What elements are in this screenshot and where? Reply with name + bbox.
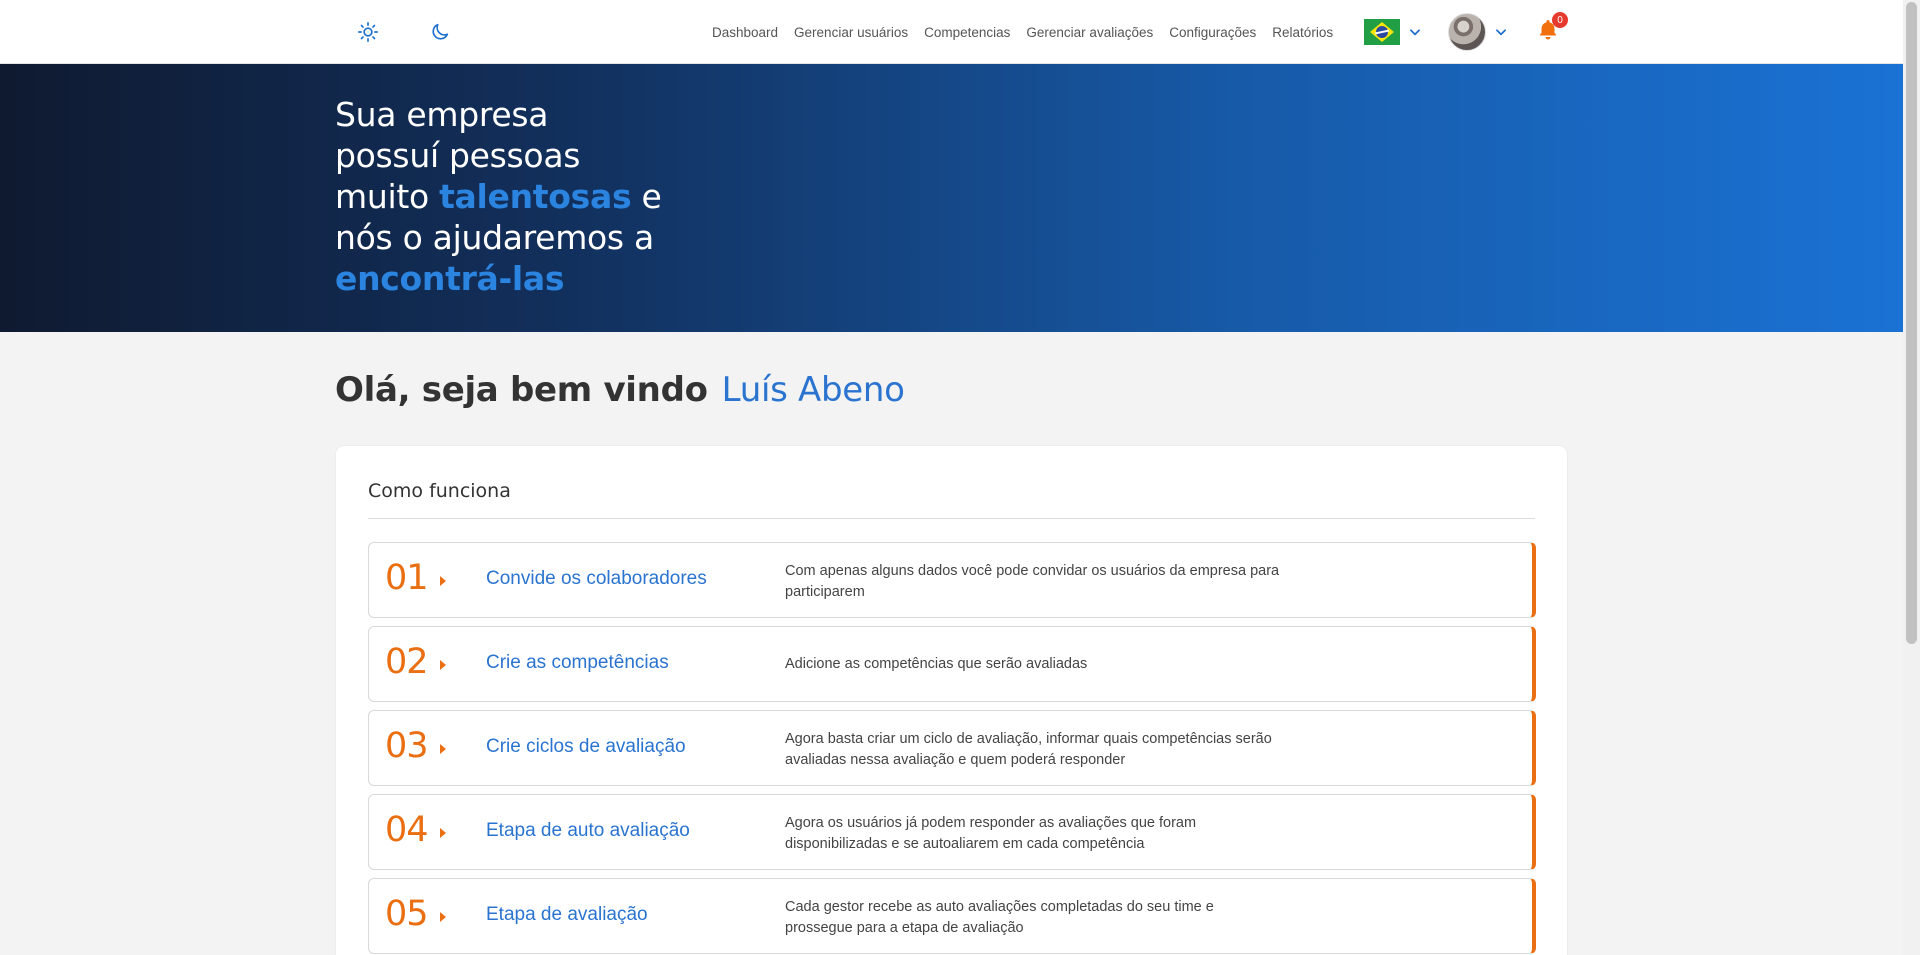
sun-icon[interactable] — [353, 17, 383, 47]
step-item: 02 Crie as competências Adicione as comp… — [368, 626, 1536, 702]
step-title: Crie as competências — [486, 652, 669, 673]
step-number: 05 — [385, 894, 429, 934]
avatar — [1448, 13, 1486, 51]
nav-configuracoes[interactable]: Configurações — [1169, 25, 1256, 40]
scrollbar-thumb[interactable] — [1906, 2, 1917, 644]
step-description: Agora os usuários já podem responder as … — [785, 815, 1197, 852]
hero-banner: Sua empresa possuí pessoas muito talento… — [0, 64, 1903, 332]
caret-right-icon — [440, 912, 446, 922]
card-title: Como funciona — [368, 480, 511, 502]
step-title: Convide os colaboradores — [486, 568, 707, 589]
moon-icon[interactable] — [425, 17, 455, 47]
nav-competencias[interactable]: Competencias — [924, 25, 1010, 40]
nav-dashboard[interactable]: Dashboard — [712, 25, 778, 40]
welcome-heading: Olá, seja bem vindo Luís Abeno — [335, 370, 905, 410]
hero-line: e — [631, 177, 662, 216]
step-number: 01 — [385, 558, 429, 598]
step-number: 03 — [385, 726, 429, 766]
steps-list: 01 Convide os colaboradores Com apenas a… — [368, 542, 1536, 955]
hero-title: Sua empresa possuí pessoas muito talento… — [335, 94, 695, 299]
page-scrollbar[interactable] — [1903, 0, 1920, 955]
user-menu[interactable] — [1448, 12, 1508, 52]
top-navigation-bar: Dashboard Gerenciar usuários Competencia… — [0, 0, 1903, 64]
step-description: Adicione as competências que serão avali… — [785, 656, 1088, 672]
hero-highlight: encontrá-las — [335, 259, 565, 298]
step-number: 02 — [385, 642, 429, 682]
notification-badge: 0 — [1552, 12, 1568, 28]
how-it-works-card: Como funciona 01 Convide os colaboradore… — [336, 446, 1567, 955]
caret-right-icon — [440, 660, 446, 670]
nav-gerenciar-usuarios[interactable]: Gerenciar usuários — [794, 25, 908, 40]
user-name: Luís Abeno — [721, 370, 905, 410]
caret-right-icon — [440, 744, 446, 754]
welcome-text: Olá, seja bem vindo — [335, 370, 708, 410]
step-item: 05 Etapa de avaliação Cada gestor recebe… — [368, 878, 1536, 954]
nav-gerenciar-avaliacoes[interactable]: Gerenciar avaliações — [1026, 25, 1153, 40]
step-item: 04 Etapa de auto avaliação Agora os usuá… — [368, 794, 1536, 870]
chevron-down-icon — [1496, 29, 1506, 36]
step-description: Com apenas alguns dados você pode convid… — [785, 563, 1280, 600]
hero-line: muito — [335, 177, 440, 216]
step-number: 04 — [385, 810, 429, 850]
step-title: Etapa de auto avaliação — [486, 820, 690, 841]
step-item: 03 Crie ciclos de avaliação Agora basta … — [368, 710, 1536, 786]
main-nav: Dashboard Gerenciar usuários Competencia… — [712, 0, 1333, 64]
hero-line: nós o ajudaremos a — [335, 218, 654, 257]
divider — [368, 518, 1535, 519]
hero-line: Sua empresa — [335, 95, 549, 134]
step-description: Cada gestor recebe as auto avaliações co… — [785, 899, 1214, 936]
caret-right-icon — [440, 828, 446, 838]
brazil-flag-icon — [1364, 19, 1400, 45]
chevron-down-icon — [1410, 29, 1420, 36]
step-title: Crie ciclos de avaliação — [486, 736, 686, 757]
hero-line: possuí pessoas — [335, 136, 581, 175]
language-selector[interactable] — [1364, 18, 1422, 46]
step-title: Etapa de avaliação — [486, 904, 648, 925]
nav-relatorios[interactable]: Relatórios — [1272, 25, 1333, 40]
step-description: Agora basta criar um ciclo de avaliação,… — [785, 731, 1272, 768]
hero-highlight: talentosas — [439, 177, 632, 216]
step-item: 01 Convide os colaboradores Com apenas a… — [368, 542, 1536, 618]
caret-right-icon — [440, 576, 446, 586]
